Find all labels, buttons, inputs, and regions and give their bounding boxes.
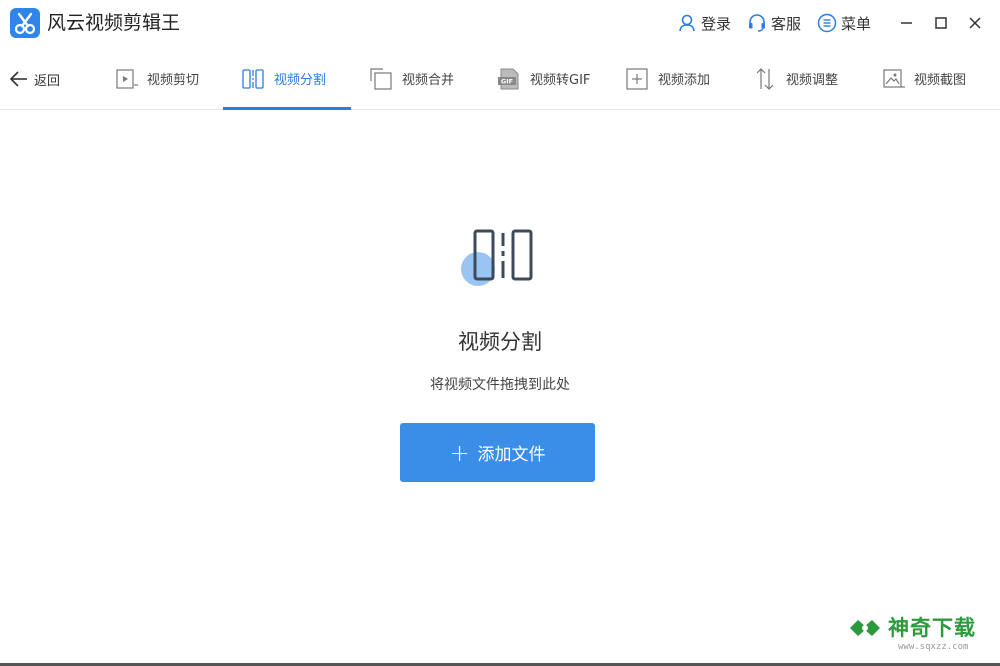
menu-label: 菜单 <box>841 14 872 33</box>
app-logo-icon <box>10 8 40 38</box>
drop-zone-title: 视频分割 <box>458 330 542 354</box>
svg-text:GIF: GIF <box>501 77 513 85</box>
tab-video-adjust[interactable]: 视频调整 <box>753 47 838 110</box>
login-label: 登录 <box>701 14 732 33</box>
back-label: 返回 <box>34 73 61 89</box>
add-file-label: 添加文件 <box>477 445 546 465</box>
screenshot-icon <box>881 67 905 91</box>
tab-label: 视频剪切 <box>147 73 200 88</box>
app-title: 风云视频剪辑王 <box>47 12 181 34</box>
merge-icon <box>369 67 393 91</box>
close-button[interactable] <box>964 12 986 34</box>
tab-label: 视频截图 <box>914 73 967 88</box>
add-file-button[interactable]: + 添加文件 <box>400 423 595 482</box>
watermark-name: 神奇下载 <box>888 615 976 640</box>
function-toolbar: 返回 视频剪切 视频分割 视频合并 GIF 视频转GIF 视频添加 视频调整 视… <box>0 47 1000 110</box>
back-button[interactable]: 返回 <box>8 67 60 91</box>
tab-label: 视频添加 <box>658 73 711 88</box>
tab-video-add[interactable]: 视频添加 <box>625 47 710 110</box>
tab-video-cut[interactable]: 视频剪切 <box>114 47 199 110</box>
menu-button[interactable]: 菜单 <box>817 11 871 35</box>
tab-label: 视频转GIF <box>530 73 591 88</box>
plus-icon: + <box>449 438 470 467</box>
add-square-icon <box>625 67 649 91</box>
tab-label: 视频分割 <box>274 73 327 88</box>
watermark: 神奇下载 www.sqxzz.com <box>848 610 993 660</box>
gif-icon: GIF <box>497 67 521 91</box>
close-icon <box>969 17 981 29</box>
tab-label: 视频调整 <box>786 73 839 88</box>
user-icon <box>677 13 697 33</box>
menu-list-icon <box>817 13 837 33</box>
tab-label: 视频合并 <box>402 73 455 88</box>
tab-video-to-gif[interactable]: GIF 视频转GIF <box>497 47 590 110</box>
play-frame-icon <box>114 67 138 91</box>
arrow-left-icon <box>8 68 30 90</box>
maximize-icon <box>935 17 947 29</box>
title-bar: 风云视频剪辑王 登录 客服 菜单 <box>0 0 1000 47</box>
maximize-button[interactable] <box>930 12 952 34</box>
watermark-url: www.sqxzz.com <box>898 642 969 652</box>
tab-video-merge[interactable]: 视频合并 <box>369 47 454 110</box>
adjust-arrows-icon <box>753 67 777 91</box>
login-button[interactable]: 登录 <box>677 11 731 35</box>
minimize-button[interactable] <box>896 12 918 34</box>
service-button[interactable]: 客服 <box>747 11 801 35</box>
tab-video-split[interactable]: 视频分割 <box>241 47 326 110</box>
minimize-icon <box>901 22 912 24</box>
tab-video-screenshot[interactable]: 视频截图 <box>881 47 966 110</box>
watermark-logo-icon <box>848 614 882 642</box>
drop-zone-hint: 将视频文件拖拽到此处 <box>430 377 570 393</box>
split-hero-icon <box>455 224 540 294</box>
split-icon <box>241 67 265 91</box>
headset-icon <box>747 13 767 33</box>
active-tab-indicator <box>223 107 351 110</box>
service-label: 客服 <box>771 14 802 33</box>
